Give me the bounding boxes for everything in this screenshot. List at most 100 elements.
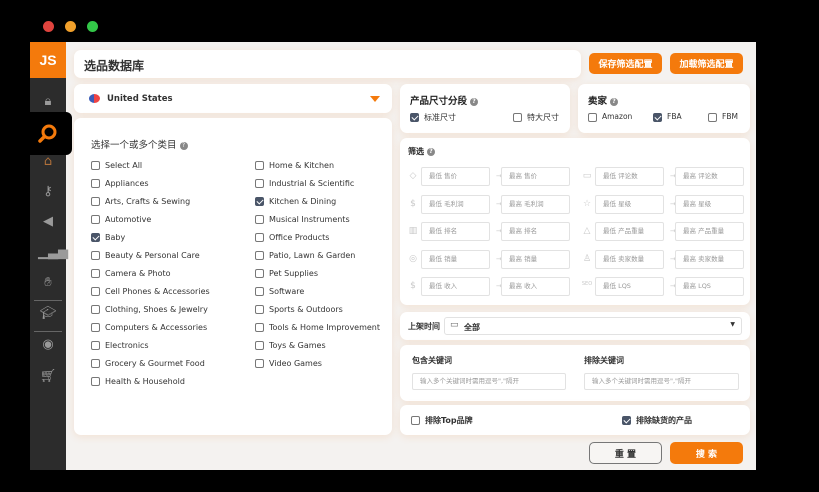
minimize-window-dot[interactable] bbox=[65, 21, 76, 32]
min-filter-input[interactable]: 最低 卖家数量 bbox=[595, 249, 664, 269]
country-select[interactable]: United States bbox=[74, 84, 392, 113]
category-checkbox[interactable]: Office Products bbox=[255, 233, 329, 242]
hand-coin-icon[interactable]: ✋︎ bbox=[38, 275, 58, 291]
cart-icon[interactable]: 🛒︎ bbox=[38, 369, 58, 385]
lock-icon[interactable]: 🔒︎ bbox=[38, 94, 58, 110]
category-checkbox[interactable]: Arts, Crafts & Sewing bbox=[91, 197, 190, 206]
sidebar-item-search[interactable] bbox=[23, 112, 72, 155]
max-filter-input[interactable]: 最高 星级 bbox=[675, 194, 744, 214]
exclude-out-of-stock-checkbox[interactable]: 排除缺货的产品 bbox=[622, 415, 692, 426]
megaphone-icon[interactable]: ◀ bbox=[38, 214, 58, 230]
category-checkbox[interactable]: Home & Kitchen bbox=[255, 161, 334, 170]
save-filter-button[interactable]: 保存筛选配置 bbox=[589, 53, 662, 74]
checkbox[interactable] bbox=[91, 251, 100, 260]
min-filter-input[interactable]: 最低 售价 bbox=[421, 167, 490, 186]
min-filter-input[interactable]: 最低 产品重量 bbox=[595, 222, 664, 241]
store-icon[interactable]: ⌂ bbox=[38, 154, 58, 170]
search-button[interactable]: 搜 索 bbox=[670, 442, 743, 464]
category-checkbox[interactable]: Appliances bbox=[91, 179, 149, 188]
checkbox[interactable] bbox=[255, 233, 264, 242]
category-checkbox[interactable]: Computers & Accessories bbox=[91, 323, 207, 332]
min-filter-input[interactable]: 最低 收入 bbox=[421, 277, 490, 296]
size-standard-checkbox[interactable]: 标准尺寸 bbox=[410, 112, 456, 123]
launch-time-select[interactable]: ▭ 全部 ▼ bbox=[444, 317, 742, 335]
close-window-dot[interactable] bbox=[43, 21, 54, 32]
max-filter-input[interactable]: 最高 售价 bbox=[501, 167, 570, 186]
checkbox[interactable] bbox=[513, 113, 522, 122]
checkbox[interactable] bbox=[91, 359, 100, 368]
size-oversize-checkbox[interactable]: 特大尺寸 bbox=[513, 112, 559, 123]
category-checkbox[interactable]: Software bbox=[255, 287, 304, 296]
checkbox[interactable] bbox=[410, 113, 419, 122]
bar-chart-icon[interactable]: ▁▃▅ bbox=[38, 245, 68, 261]
max-filter-input[interactable]: 最高 收入 bbox=[501, 277, 570, 296]
seller-fbm-checkbox[interactable]: FBM bbox=[708, 112, 738, 122]
reset-button[interactable]: 重 置 bbox=[589, 442, 662, 464]
max-filter-input[interactable]: 最高 毛利润 bbox=[501, 194, 570, 214]
category-checkbox[interactable]: Industrial & Scientific bbox=[255, 179, 354, 188]
checkbox[interactable] bbox=[255, 341, 264, 350]
checkbox[interactable] bbox=[255, 323, 264, 332]
exclude-keyword-input[interactable]: 输入多个关键词时需用逗号","隔开 bbox=[584, 373, 739, 390]
category-checkbox[interactable]: Camera & Photo bbox=[91, 269, 171, 278]
checkbox[interactable] bbox=[255, 197, 264, 206]
category-checkbox[interactable]: Musical Instruments bbox=[255, 215, 350, 224]
checkbox[interactable] bbox=[653, 112, 662, 122]
checkbox[interactable] bbox=[588, 112, 597, 122]
max-filter-input[interactable]: 最高 销量 bbox=[501, 249, 570, 269]
min-filter-input[interactable]: 最低 毛利润 bbox=[421, 194, 490, 214]
category-checkbox[interactable]: Select All bbox=[91, 161, 142, 170]
include-keyword-input[interactable]: 输入多个关键词时需用逗号","隔开 bbox=[412, 373, 566, 390]
category-checkbox[interactable]: Sports & Outdoors bbox=[255, 305, 343, 314]
checkbox[interactable] bbox=[708, 112, 717, 122]
checkbox[interactable] bbox=[622, 416, 631, 425]
checkbox[interactable] bbox=[255, 161, 264, 170]
category-checkbox[interactable]: Kitchen & Dining bbox=[255, 197, 336, 206]
checkbox[interactable] bbox=[91, 197, 100, 206]
seller-fba-checkbox[interactable]: FBA bbox=[653, 112, 682, 122]
exclude-top-brand-checkbox[interactable]: 排除Top品牌 bbox=[411, 415, 473, 426]
help-icon[interactable]: ? bbox=[470, 97, 479, 106]
category-checkbox[interactable]: Grocery & Gourmet Food bbox=[91, 359, 205, 368]
load-filter-button[interactable]: 加载筛选配置 bbox=[670, 53, 743, 74]
max-filter-input[interactable]: 最高 产品重量 bbox=[675, 222, 744, 241]
checkbox[interactable] bbox=[255, 305, 264, 314]
min-filter-input[interactable]: 最低 评论数 bbox=[595, 167, 664, 186]
checkbox[interactable] bbox=[91, 215, 100, 224]
help-icon[interactable]: ? bbox=[610, 97, 619, 106]
category-checkbox[interactable]: Pet Supplies bbox=[255, 269, 318, 278]
checkbox[interactable] bbox=[255, 179, 264, 188]
category-checkbox[interactable]: Health & Household bbox=[91, 377, 185, 386]
checkbox[interactable] bbox=[91, 305, 100, 314]
checkbox[interactable] bbox=[255, 251, 264, 260]
checkbox[interactable] bbox=[91, 269, 100, 278]
checkbox[interactable] bbox=[91, 179, 100, 188]
min-filter-input[interactable]: 最低 排名 bbox=[421, 222, 490, 241]
graduation-cap-icon[interactable]: 🎓︎ bbox=[38, 306, 58, 322]
maximize-window-dot[interactable] bbox=[87, 21, 98, 32]
category-checkbox[interactable]: Video Games bbox=[255, 359, 322, 368]
checkbox[interactable] bbox=[255, 269, 264, 278]
key-icon[interactable]: ⚷ bbox=[38, 184, 58, 200]
checkbox[interactable] bbox=[255, 215, 264, 224]
category-checkbox[interactable]: Beauty & Personal Care bbox=[91, 251, 200, 260]
checkbox[interactable] bbox=[91, 377, 100, 386]
max-filter-input[interactable]: 最高 LQS bbox=[675, 277, 744, 296]
category-checkbox[interactable]: Electronics bbox=[91, 341, 149, 350]
category-checkbox[interactable]: Tools & Home Improvement bbox=[255, 323, 380, 332]
help-icon[interactable]: ? bbox=[179, 141, 188, 150]
max-filter-input[interactable]: 最高 卖家数量 bbox=[675, 249, 744, 269]
checkbox[interactable] bbox=[91, 161, 100, 170]
checkbox[interactable] bbox=[255, 359, 264, 368]
category-checkbox[interactable]: Baby bbox=[91, 233, 125, 242]
category-checkbox[interactable]: Clothing, Shoes & Jewelry bbox=[91, 305, 208, 314]
max-filter-input[interactable]: 最高 排名 bbox=[501, 222, 570, 241]
checkbox[interactable] bbox=[91, 341, 100, 350]
chrome-icon[interactable]: ◉ bbox=[38, 337, 58, 353]
category-checkbox[interactable]: Patio, Lawn & Garden bbox=[255, 251, 355, 260]
checkbox[interactable] bbox=[91, 233, 100, 242]
category-checkbox[interactable]: Automotive bbox=[91, 215, 151, 224]
seller-amazon-checkbox[interactable]: Amazon bbox=[588, 112, 632, 122]
checkbox[interactable] bbox=[91, 287, 100, 296]
category-checkbox[interactable]: Toys & Games bbox=[255, 341, 326, 350]
